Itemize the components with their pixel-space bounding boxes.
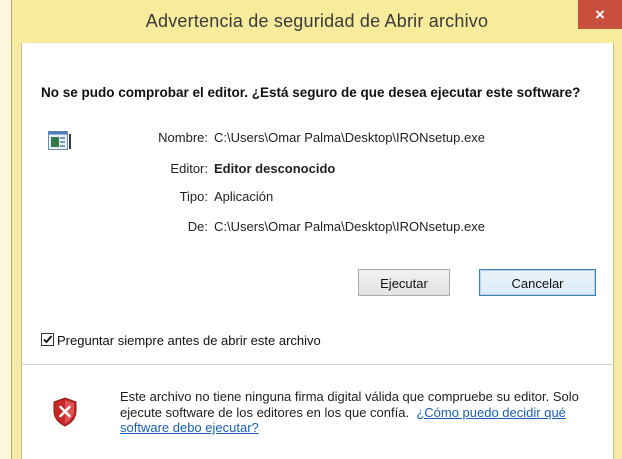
detail-value: C:\Users\Omar Palma\Desktop\IRONsetup.ex…: [214, 219, 485, 234]
close-icon: ×: [595, 5, 605, 24]
shield-error-icon: [53, 397, 77, 427]
cancel-button[interactable]: Cancelar: [479, 269, 596, 296]
run-button[interactable]: Ejecutar: [358, 269, 450, 296]
warning-message: Este archivo no tiene ninguna firma digi…: [120, 389, 600, 436]
warning-heading: No se pudo comprobar el editor. ¿Está se…: [41, 85, 581, 100]
detail-row-name: Nombre: C:\Users\Omar Palma\Desktop\IRON…: [22, 128, 615, 148]
dialog-body: No se pudo comprobar el editor. ¿Está se…: [21, 43, 615, 459]
detail-row-type: Tipo: Aplicación: [22, 187, 615, 207]
detail-label: De:: [187, 219, 208, 234]
always-ask-checkbox[interactable]: [41, 333, 54, 346]
detail-label: Editor:: [170, 161, 208, 176]
always-ask-label: Preguntar siempre antes de abrir este ar…: [57, 333, 321, 348]
window-title: Advertencia de seguridad de Abrir archiv…: [145, 11, 489, 31]
detail-row-from: De: C:\Users\Omar Palma\Desktop\IRONsetu…: [22, 217, 615, 237]
detail-value: Aplicación: [214, 189, 274, 204]
title-bar[interactable]: Advertencia de seguridad de Abrir archiv…: [12, 0, 622, 43]
window-left-border: [0, 0, 12, 459]
detail-row-publisher: Editor: Editor desconocido: [22, 159, 615, 179]
detail-value: Editor desconocido: [214, 161, 336, 176]
detail-label: Nombre:: [158, 130, 208, 145]
checkmark-icon: [43, 335, 53, 344]
divider: [22, 364, 615, 365]
detail-value: C:\Users\Omar Palma\Desktop\IRONsetup.ex…: [214, 130, 485, 145]
close-button[interactable]: ×: [578, 0, 622, 29]
detail-label: Tipo:: [179, 189, 208, 204]
